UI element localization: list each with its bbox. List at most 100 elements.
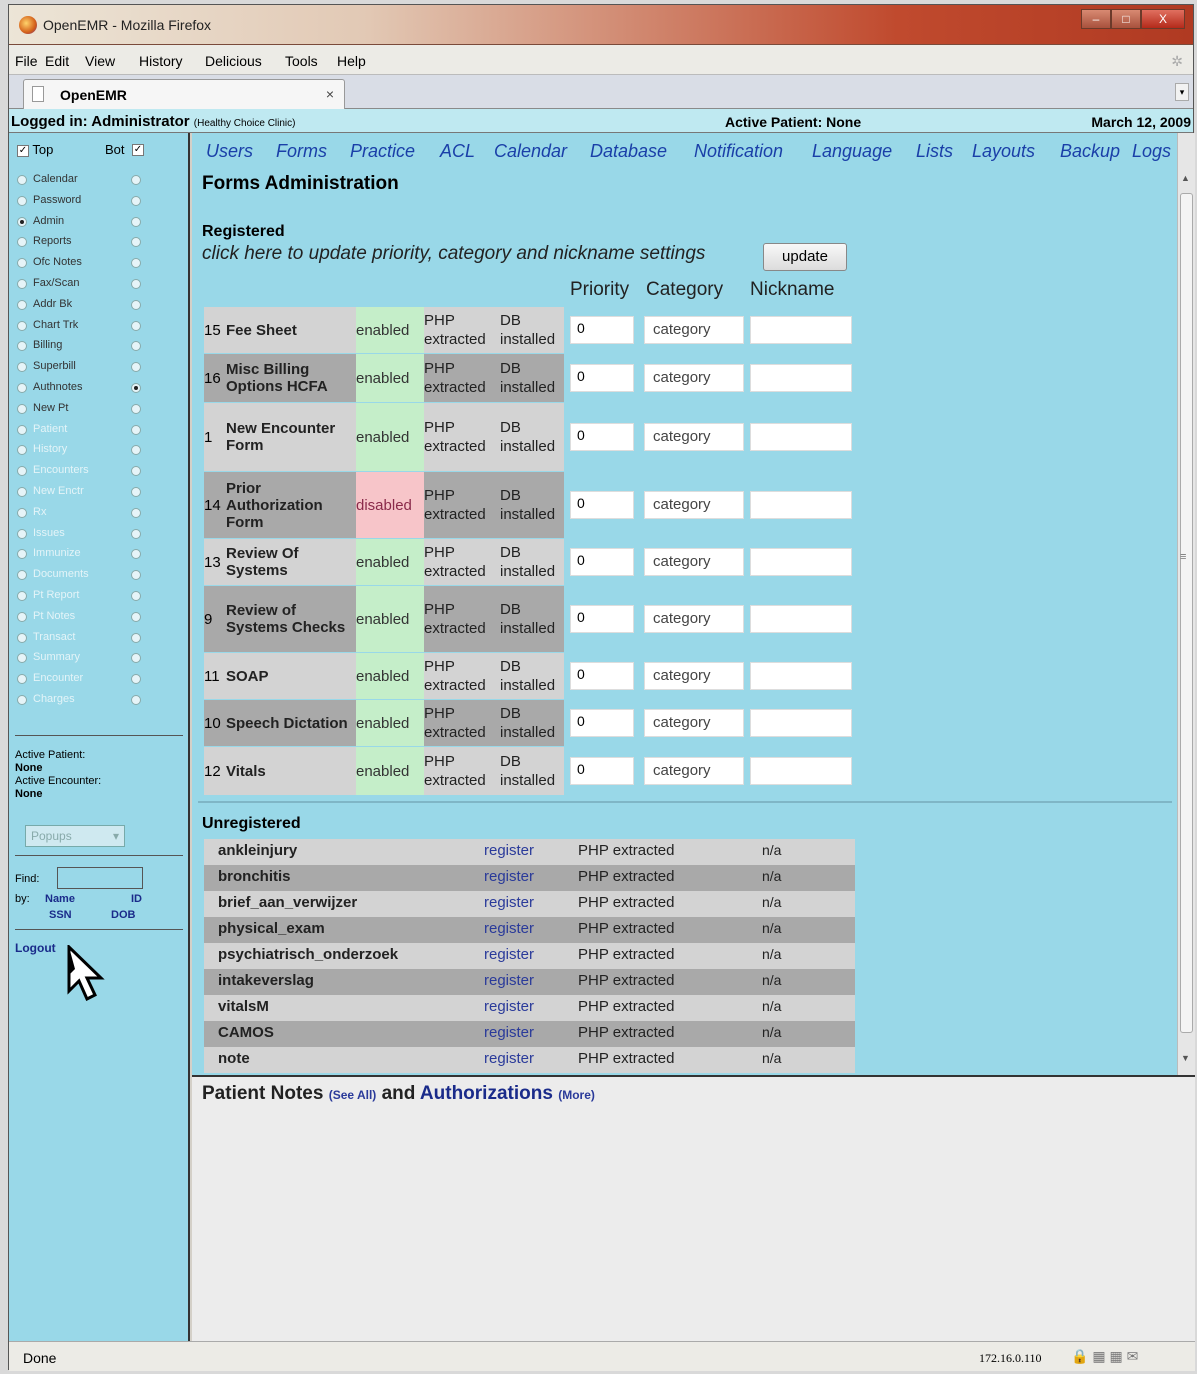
admin-nav-backup[interactable]: Backup: [1060, 141, 1120, 162]
nickname-input[interactable]: [750, 491, 852, 519]
sidebar-item[interactable]: Admin: [17, 213, 147, 233]
bottom-frame-radio[interactable]: [131, 341, 141, 352]
bottom-frame-radio[interactable]: [131, 570, 141, 581]
top-frame-radio[interactable]: [17, 611, 27, 622]
bottom-frame-radio[interactable]: [131, 383, 141, 393]
top-frame-radio[interactable]: [17, 341, 27, 352]
register-link[interactable]: register: [484, 868, 534, 885]
sidebar-item[interactable]: Issues: [17, 525, 147, 545]
sidebar-item[interactable]: New Pt: [17, 400, 147, 420]
bottom-frame-radio[interactable]: [131, 674, 141, 685]
bottom-frame-radio[interactable]: [131, 258, 141, 269]
category-input[interactable]: category: [644, 709, 744, 737]
sidebar-item[interactable]: Encounter: [17, 670, 147, 690]
top-frame-radio[interactable]: [17, 258, 27, 269]
nickname-input[interactable]: [750, 548, 852, 576]
main-scrollbar[interactable]: ▲ ≡ ▼: [1177, 133, 1195, 1075]
admin-nav-lists[interactable]: Lists: [916, 141, 953, 162]
nickname-input[interactable]: [750, 757, 852, 785]
register-link[interactable]: register: [484, 972, 534, 989]
bottom-frame-radio[interactable]: [131, 424, 141, 435]
maximize-button[interactable]: □: [1111, 9, 1141, 29]
sidebar-item[interactable]: Pt Report: [17, 587, 147, 607]
top-frame-radio[interactable]: [17, 528, 27, 539]
minimize-button[interactable]: –: [1081, 9, 1111, 29]
admin-nav-forms[interactable]: Forms: [276, 141, 327, 162]
bottom-frame-radio[interactable]: [131, 611, 141, 622]
top-frame-radio[interactable]: [17, 445, 27, 456]
top-frame-radio[interactable]: [17, 695, 27, 705]
find-by-dob-link[interactable]: DOB: [111, 909, 135, 922]
form-status-toggle[interactable]: enabled: [356, 354, 424, 402]
priority-input[interactable]: 0: [570, 757, 634, 785]
nickname-input[interactable]: [750, 709, 852, 737]
priority-input[interactable]: 0: [570, 605, 634, 633]
form-status-toggle[interactable]: enabled: [356, 653, 424, 699]
category-input[interactable]: category: [644, 423, 744, 451]
bot-checkbox[interactable]: ✓: [132, 144, 144, 156]
form-status-toggle[interactable]: disabled: [356, 472, 424, 538]
top-frame-radio[interactable]: [17, 632, 27, 643]
sidebar-item[interactable]: Billing: [17, 337, 147, 357]
scroll-up-icon[interactable]: ▲: [1181, 173, 1190, 183]
top-frame-radio[interactable]: [17, 591, 27, 601]
sidebar-item[interactable]: Superbill: [17, 358, 147, 378]
form-status-toggle[interactable]: enabled: [356, 307, 424, 353]
nickname-input[interactable]: [750, 662, 852, 690]
top-frame-radio[interactable]: [17, 549, 27, 560]
bottom-frame-radio[interactable]: [131, 445, 141, 456]
bottom-frame-radio[interactable]: [131, 695, 141, 705]
bottom-frame-radio[interactable]: [131, 632, 141, 643]
top-frame-radio[interactable]: [17, 237, 27, 248]
bottom-frame-radio[interactable]: [131, 549, 141, 560]
top-frame-radio[interactable]: [17, 362, 27, 373]
sidebar-item[interactable]: Ofc Notes: [17, 254, 147, 274]
tab-close-icon[interactable]: ×: [326, 86, 334, 102]
register-link[interactable]: register: [484, 842, 534, 859]
priority-input[interactable]: 0: [570, 709, 634, 737]
tab-list-icon[interactable]: ▾: [1175, 83, 1189, 101]
form-status-toggle[interactable]: enabled: [356, 700, 424, 746]
priority-input[interactable]: 0: [570, 548, 634, 576]
category-input[interactable]: category: [644, 548, 744, 576]
menu-edit[interactable]: Edit: [45, 53, 69, 69]
nickname-input[interactable]: [750, 423, 852, 451]
top-frame-radio[interactable]: [17, 383, 27, 393]
bottom-frame-radio[interactable]: [131, 528, 141, 539]
category-input[interactable]: category: [644, 316, 744, 344]
find-by-name-link[interactable]: Name: [45, 893, 75, 906]
top-frame-radio[interactable]: [17, 216, 27, 227]
category-input[interactable]: category: [644, 605, 744, 633]
find-by-id-link[interactable]: ID: [131, 893, 142, 906]
menu-help[interactable]: Help: [337, 53, 366, 69]
bottom-frame-radio[interactable]: [131, 175, 141, 185]
bottom-frame-radio[interactable]: [131, 487, 141, 497]
menu-view[interactable]: View: [85, 53, 115, 69]
register-link[interactable]: register: [484, 946, 534, 963]
top-frame-radio[interactable]: [17, 487, 27, 497]
sidebar-item[interactable]: Charges: [17, 691, 147, 711]
menu-file[interactable]: File: [15, 53, 38, 69]
sidebar-item[interactable]: Chart Trk: [17, 317, 147, 337]
scroll-thumb[interactable]: [1180, 193, 1193, 1033]
sidebar-item[interactable]: Encounters: [17, 462, 147, 482]
bottom-frame-radio[interactable]: [131, 653, 141, 664]
sidebar-item[interactable]: New Enctr: [17, 483, 147, 503]
sidebar-item[interactable]: Reports: [17, 233, 147, 253]
menu-delicious[interactable]: Delicious: [205, 53, 262, 69]
sidebar-item[interactable]: Calendar: [17, 171, 147, 191]
priority-input[interactable]: 0: [570, 316, 634, 344]
top-frame-radio[interactable]: [17, 653, 27, 664]
nickname-input[interactable]: [750, 316, 852, 344]
admin-nav-logs[interactable]: Logs: [1132, 141, 1171, 162]
top-frame-radio[interactable]: [17, 175, 27, 185]
sidebar-item[interactable]: Pt Notes: [17, 608, 147, 628]
category-input[interactable]: category: [644, 757, 744, 785]
register-link[interactable]: register: [484, 920, 534, 937]
priority-input[interactable]: 0: [570, 662, 634, 690]
form-status-toggle[interactable]: enabled: [356, 586, 424, 652]
register-link[interactable]: register: [484, 1024, 534, 1041]
form-status-toggle[interactable]: enabled: [356, 403, 424, 471]
popups-select[interactable]: Popups ▾: [25, 825, 125, 847]
category-input[interactable]: category: [644, 662, 744, 690]
